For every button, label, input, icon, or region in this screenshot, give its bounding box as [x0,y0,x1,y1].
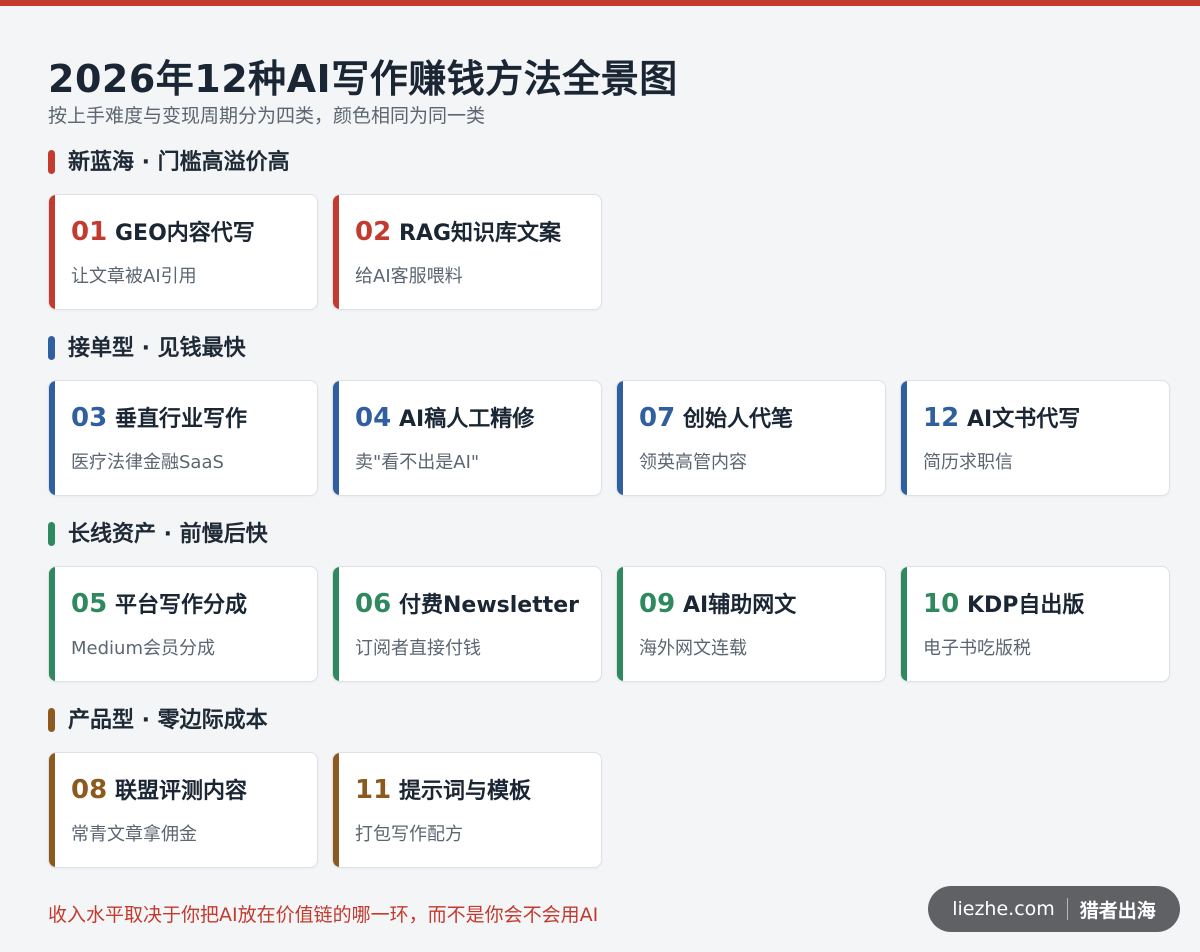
section-header: 接单型 · 见钱最快 [48,334,1168,366]
card-title: AI稿人工精修 [399,407,535,432]
method-card[interactable]: 02 RAG知识库文案 给AI客服喂料 [332,194,602,310]
method-card[interactable]: 07 创始人代笔 领英高管内容 [616,380,886,496]
method-card[interactable]: 04 AI稿人工精修 卖"看不出是AI" [332,380,602,496]
card-title: 付费Newsletter [399,593,580,618]
card-title: 平台写作分成 [115,593,248,618]
section-header: 长线资产 · 前慢后快 [48,520,1168,552]
card-description: 领英高管内容 [639,452,747,473]
card-number: 06 [355,589,392,619]
top-accent-bar [0,0,1200,6]
card-number: 01 [71,217,108,247]
method-card[interactable]: 06 付费Newsletter 订阅者直接付钱 [332,566,602,682]
card-title: GEO内容代写 [115,221,255,246]
section-long-term-assets: 长线资产 · 前慢后快 05 平台写作分成 Medium会员分成 06 付费Ne… [48,520,1170,682]
section-color-bar [48,150,55,174]
page-title: 2026年12种AI写作赚钱方法全景图 [48,57,678,101]
card-number: 11 [355,775,392,805]
section-color-bar [48,522,55,546]
card-title: 提示词与模板 [399,779,532,804]
brand-badge[interactable]: liezhe.com 猎者出海 [928,886,1180,932]
section-header: 产品型 · 零边际成本 [48,706,1168,738]
card-title: 创始人代笔 [683,407,794,432]
section-title: 新蓝海 · 门槛高溢价高 [68,150,290,175]
card-title: 垂直行业写作 [115,407,248,432]
card-number: 10 [923,589,960,619]
section-color-bar [48,708,55,732]
card-number: 07 [639,403,676,433]
card-description: 订阅者直接付钱 [355,638,481,659]
card-row: 01 GEO内容代写 让文章被AI引用 02 RAG知识库文案 给AI客服喂料 [48,194,1188,312]
card-description: 卖"看不出是AI" [355,452,480,473]
card-description: 给AI客服喂料 [355,266,463,287]
method-card[interactable]: 12 AI文书代写 简历求职信 [900,380,1170,496]
card-title: RAG知识库文案 [399,221,562,246]
card-accent-bar [901,381,907,495]
card-description: 打包写作配方 [355,824,463,845]
card-accent-bar [617,567,623,681]
section-product-type: 产品型 · 零边际成本 08 联盟评测内容 常青文章拿佣金 11 提示词与模板 … [48,706,1168,868]
section-title: 产品型 · 零边际成本 [68,708,268,733]
card-accent-bar [49,195,55,309]
card-accent-bar [49,567,55,681]
card-title: KDP自出版 [967,593,1085,618]
method-card[interactable]: 05 平台写作分成 Medium会员分成 [48,566,318,682]
method-card[interactable]: 10 KDP自出版 电子书吃版税 [900,566,1170,682]
card-title: AI文书代写 [967,407,1081,432]
section-title: 长线资产 · 前慢后快 [68,522,268,547]
card-accent-bar [49,381,55,495]
card-row: 05 平台写作分成 Medium会员分成 06 付费Newsletter 订阅者… [48,566,1188,684]
card-accent-bar [333,381,339,495]
card-description: 常青文章拿佣金 [71,824,197,845]
section-color-bar [48,336,55,360]
method-card[interactable]: 09 AI辅助网文 海外网文连载 [616,566,886,682]
footer-note: 收入水平取决于你把AI放在价值链的哪一环，而不是你会不会用AI [48,904,599,926]
card-description: 医疗法律金融SaaS [71,452,224,473]
card-number: 04 [355,403,392,433]
card-number: 05 [71,589,108,619]
method-card[interactable]: 11 提示词与模板 打包写作配方 [332,752,602,868]
card-description: Medium会员分成 [71,638,215,659]
card-accent-bar [617,381,623,495]
section-title: 接单型 · 见钱最快 [68,336,246,361]
card-accent-bar [333,753,339,867]
method-card[interactable]: 03 垂直行业写作 医疗法律金融SaaS [48,380,318,496]
brand-name: 猎者出海 [1079,899,1156,922]
card-accent-bar [333,195,339,309]
card-number: 12 [923,403,960,433]
section-order-taking: 接单型 · 见钱最快 03 垂直行业写作 医疗法律金融SaaS 04 AI稿人工… [48,334,1170,496]
brand-domain: liezhe.com [952,898,1055,920]
page-subtitle: 按上手难度与变现周期分为四类，颜色相同为同一类 [48,105,486,127]
card-number: 02 [355,217,392,247]
card-number: 09 [639,589,676,619]
card-description: 让文章被AI引用 [71,266,197,287]
card-description: 简历求职信 [923,452,1013,473]
method-card[interactable]: 01 GEO内容代写 让文章被AI引用 [48,194,318,310]
brand-divider [1066,898,1068,920]
card-description: 电子书吃版税 [923,638,1031,659]
card-row: 08 联盟评测内容 常青文章拿佣金 11 提示词与模板 打包写作配方 [48,752,1188,870]
card-description: 海外网文连载 [639,638,747,659]
card-number: 03 [71,403,108,433]
card-accent-bar [901,567,907,681]
card-row: 03 垂直行业写作 医疗法律金融SaaS 04 AI稿人工精修 卖"看不出是AI… [48,380,1188,498]
section-new-blue-ocean: 新蓝海 · 门槛高溢价高 01 GEO内容代写 让文章被AI引用 02 RAG知… [48,148,1168,310]
card-title: 联盟评测内容 [115,779,248,804]
card-accent-bar [333,567,339,681]
card-accent-bar [49,753,55,867]
section-header: 新蓝海 · 门槛高溢价高 [48,148,1168,180]
card-title: AI辅助网文 [683,593,797,618]
method-card[interactable]: 08 联盟评测内容 常青文章拿佣金 [48,752,318,868]
card-number: 08 [71,775,108,805]
